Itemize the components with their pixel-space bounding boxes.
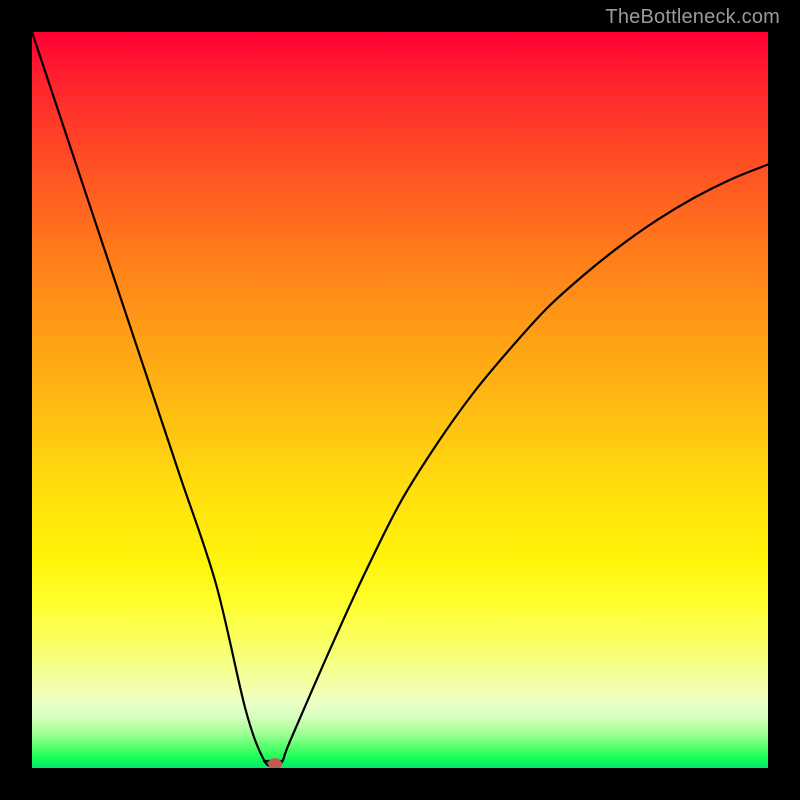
curve-layer <box>32 32 768 768</box>
bottleneck-curve <box>32 32 768 766</box>
optimum-marker <box>268 758 282 768</box>
chart-frame: TheBottleneck.com <box>0 0 800 800</box>
watermark-text: TheBottleneck.com <box>605 6 780 29</box>
plot-area <box>32 32 768 768</box>
